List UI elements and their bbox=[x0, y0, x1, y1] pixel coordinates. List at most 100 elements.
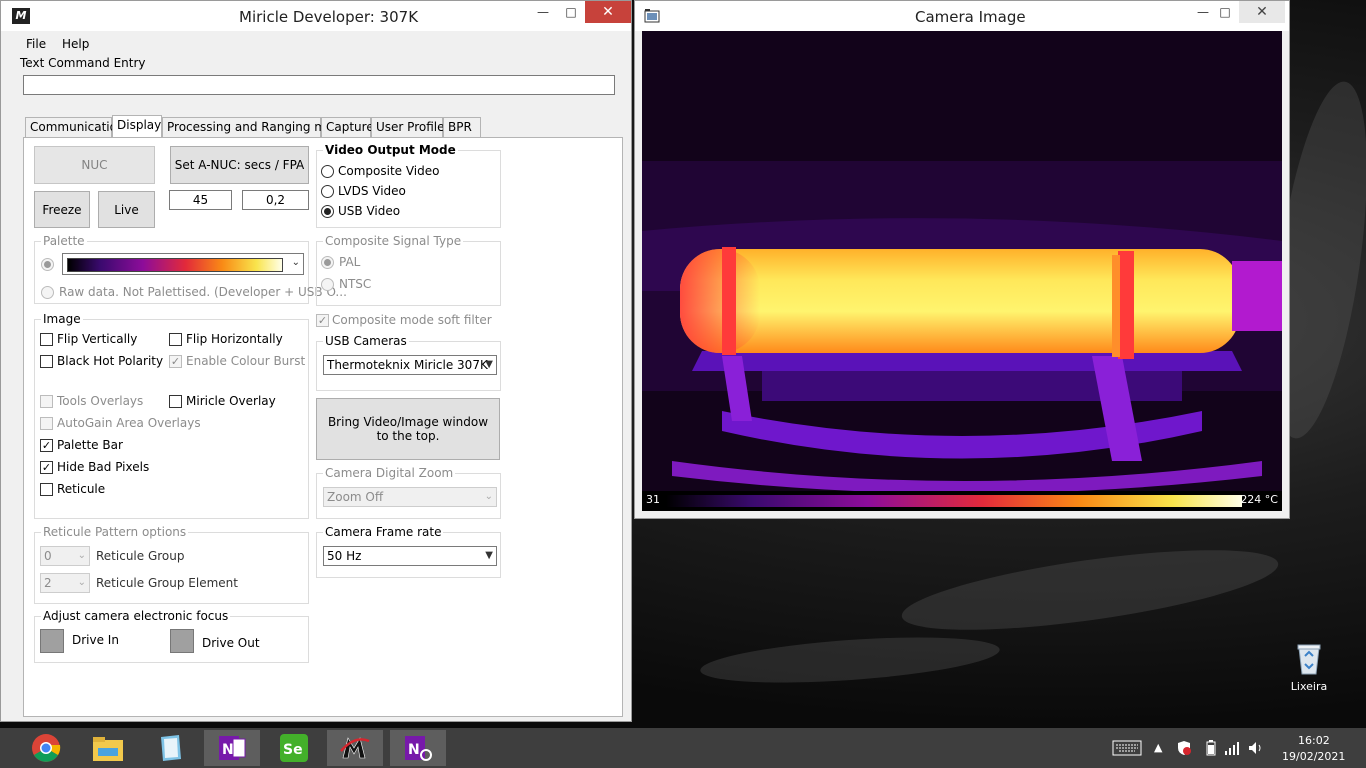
nuc-button[interactable]: NUC bbox=[34, 146, 155, 184]
flip-horizontally-label: Flip Horizontally bbox=[186, 332, 283, 346]
palette-radio[interactable] bbox=[41, 258, 54, 271]
titlebar: M Miricle Developer: 307K — □ ✕ bbox=[1, 1, 631, 31]
tab-user-profiles[interactable]: User Profiles bbox=[371, 117, 451, 137]
miricle-app[interactable] bbox=[327, 730, 383, 766]
usb-camera-select[interactable]: Thermoteknix Miricle 307K ▼ bbox=[323, 355, 497, 375]
onenote-tool-app[interactable]: N bbox=[390, 730, 446, 766]
composite-video-radio[interactable] bbox=[321, 165, 334, 178]
tab-bpr[interactable]: BPR bbox=[443, 117, 481, 137]
selenium-app[interactable]: Se bbox=[266, 730, 322, 766]
minimize-button[interactable]: — bbox=[529, 1, 557, 23]
tab-display[interactable]: Display bbox=[112, 115, 162, 138]
drive-out-button[interactable] bbox=[170, 629, 194, 653]
hide-bad-pixels-checkbox[interactable]: ✓ bbox=[40, 461, 53, 474]
reticule-checkbox[interactable] bbox=[40, 483, 53, 496]
camera-close-button[interactable]: ✕ bbox=[1239, 1, 1285, 23]
onenote-app[interactable]: N bbox=[204, 730, 260, 766]
pal-label: PAL bbox=[339, 255, 361, 269]
black-hot-checkbox[interactable] bbox=[40, 355, 53, 368]
digital-zoom-title: Camera Digital Zoom bbox=[323, 466, 456, 480]
usb-video-radio[interactable] bbox=[321, 205, 334, 218]
clock-date[interactable]: 19/02/2021 bbox=[1282, 750, 1345, 763]
composite-signal-title: Composite Signal Type bbox=[323, 234, 464, 248]
chevron-down-icon: ⌄ bbox=[484, 491, 493, 502]
chrome-app[interactable] bbox=[18, 730, 74, 766]
video-output-title: Video Output Mode bbox=[323, 143, 458, 157]
drive-in-label: Drive In bbox=[72, 633, 119, 647]
scale-max-label: 224 °C bbox=[1240, 493, 1278, 506]
digital-zoom-select[interactable]: Zoom Off ⌄ bbox=[323, 487, 497, 507]
clock-time[interactable]: 16:02 bbox=[1298, 734, 1330, 747]
digital-zoom-value: Zoom Off bbox=[327, 490, 384, 504]
ntsc-radio[interactable] bbox=[321, 278, 334, 291]
miricle-app-icon: M bbox=[12, 8, 30, 24]
frame-rate-select[interactable]: 50 Hz ▼ bbox=[323, 546, 497, 566]
camera-window-icon bbox=[644, 9, 660, 23]
ntsc-label: NTSC bbox=[339, 277, 372, 291]
focus-group: Adjust camera electronic focus Drive In … bbox=[34, 609, 309, 663]
signal-icon[interactable] bbox=[1224, 741, 1240, 755]
close-button[interactable]: ✕ bbox=[585, 1, 631, 23]
battery-icon[interactable] bbox=[1206, 740, 1216, 756]
reticule-element-value: 2 bbox=[44, 576, 52, 590]
freeze-button[interactable]: Freeze bbox=[34, 191, 90, 228]
camera-maximize-button[interactable]: □ bbox=[1211, 1, 1239, 23]
palette-bar-checkbox[interactable]: ✓ bbox=[40, 439, 53, 452]
raw-data-radio[interactable] bbox=[41, 286, 54, 299]
maximize-button[interactable]: □ bbox=[557, 1, 585, 23]
tab-processing-ranging[interactable]: Processing and Ranging modes bbox=[162, 117, 355, 137]
chevron-down-icon: ⌄ bbox=[291, 257, 300, 268]
svg-text:N: N bbox=[222, 742, 234, 758]
notepad-app[interactable] bbox=[142, 730, 198, 766]
chevron-down-icon: ▼ bbox=[485, 550, 493, 561]
lvds-video-radio[interactable] bbox=[321, 185, 334, 198]
frame-rate-title: Camera Frame rate bbox=[323, 525, 444, 539]
flip-vertically-checkbox[interactable] bbox=[40, 333, 53, 346]
menu-bar: File Help bbox=[1, 35, 631, 53]
flip-vertically-label: Flip Vertically bbox=[57, 332, 138, 346]
text-command-input[interactable] bbox=[23, 75, 615, 95]
security-alert-icon[interactable] bbox=[1176, 740, 1192, 756]
reticule-element-select[interactable]: 2 ⌄ bbox=[40, 573, 90, 593]
tab-communications[interactable]: Communications bbox=[25, 117, 131, 137]
show-hidden-icons-icon[interactable]: ▲ bbox=[1154, 741, 1162, 754]
recycle-bin[interactable]: Lixeira bbox=[1286, 642, 1332, 698]
autogain-overlays-checkbox[interactable] bbox=[40, 417, 53, 430]
miricle-overlay-checkbox[interactable] bbox=[169, 395, 182, 408]
file-explorer-app[interactable] bbox=[80, 730, 136, 766]
onenote-tool-icon: N bbox=[405, 736, 432, 761]
camera-titlebar: Camera Image — □ ✕ bbox=[635, 1, 1289, 31]
keyboard-icon[interactable] bbox=[1112, 740, 1142, 756]
taskbar: N Se N ▲ 16:02 19/02/2021 bbox=[0, 728, 1366, 768]
camera-window-title: Camera Image bbox=[915, 8, 1026, 26]
bring-video-button[interactable]: Bring Video/Image window to the top. bbox=[316, 398, 500, 460]
pal-radio[interactable] bbox=[321, 256, 334, 269]
miricle-icon bbox=[340, 737, 370, 759]
live-button[interactable]: Live bbox=[98, 191, 155, 228]
anuc-secs-input[interactable]: 45 bbox=[169, 190, 232, 210]
soft-filter-checkbox[interactable]: ✓ bbox=[316, 314, 329, 327]
raw-data-label: Raw data. Not Palettised. (Developer + U… bbox=[59, 285, 347, 299]
menu-file[interactable]: File bbox=[26, 37, 46, 51]
tools-overlays-checkbox[interactable] bbox=[40, 395, 53, 408]
drive-in-button[interactable] bbox=[40, 629, 64, 653]
colour-burst-checkbox[interactable]: ✓ bbox=[169, 355, 182, 368]
tab-capture[interactable]: Capture bbox=[321, 117, 374, 137]
black-hot-label: Black Hot Polarity bbox=[57, 354, 164, 368]
anuc-fpa-input[interactable]: 0,2 bbox=[242, 190, 309, 210]
usb-cameras-group: USB Cameras Thermoteknix Miricle 307K ▼ bbox=[316, 334, 501, 391]
palette-select[interactable]: ⌄ bbox=[62, 253, 304, 275]
usb-video-label: USB Video bbox=[338, 204, 401, 218]
palette-gradient-swatch bbox=[67, 258, 283, 272]
palette-bar-label: Palette Bar bbox=[57, 438, 123, 452]
chevron-down-icon: ▼ bbox=[485, 359, 493, 370]
reticule-group-select[interactable]: 0 ⌄ bbox=[40, 546, 90, 566]
recycle-bin-label: Lixeira bbox=[1290, 680, 1328, 693]
menu-help[interactable]: Help bbox=[62, 37, 89, 51]
set-anuc-button[interactable]: Set A-NUC: secs / FPA bbox=[170, 146, 309, 184]
svg-text:N: N bbox=[408, 742, 420, 758]
flip-horizontally-checkbox[interactable] bbox=[169, 333, 182, 346]
miricle-developer-window: M Miricle Developer: 307K — □ ✕ File Hel… bbox=[0, 0, 632, 722]
volume-icon[interactable] bbox=[1248, 741, 1264, 755]
svg-text:Se: Se bbox=[283, 742, 303, 758]
